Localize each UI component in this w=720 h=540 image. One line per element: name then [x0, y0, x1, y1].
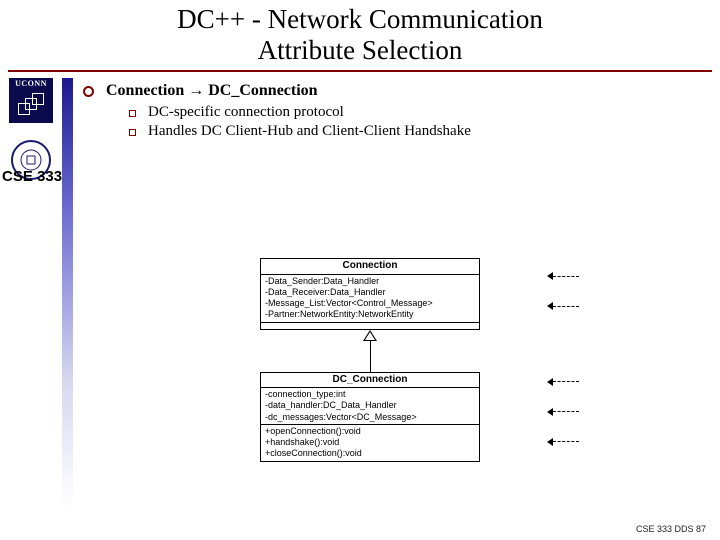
title-line-2: Attribute Selection: [0, 35, 720, 66]
uml-attributes: -connection_type:int -data_handler:DC_Da…: [261, 388, 479, 425]
uml-attributes: -Data_Sender:Data_Handler -Data_Receiver…: [261, 275, 479, 323]
uml-operations-empty: [261, 323, 479, 329]
uml-dependency-arrows: [547, 272, 579, 310]
uml-class-name: DC_Connection: [261, 373, 479, 389]
uml-dependency-arrows: [547, 378, 579, 446]
uml-class-name: Connection: [261, 259, 479, 275]
square-bullet-icon: [129, 110, 136, 117]
uml-diagram: Connection -Data_Sender:Data_Handler -Da…: [205, 258, 535, 462]
circle-bullet-icon: [83, 86, 94, 97]
title-block: DC++ - Network Communication Attribute S…: [0, 0, 720, 68]
triangle-arrowhead-icon: [363, 330, 377, 341]
sub-bullet: Handles DC Client-Hub and Client-Client …: [129, 123, 708, 140]
uml-class-dc-connection: DC_Connection -connection_type:int -data…: [260, 372, 480, 462]
sub-bullet-text: Handles DC Client-Hub and Client-Client …: [148, 123, 471, 140]
uconn-logo: UCONN: [9, 78, 53, 138]
sub-bullet-text: DC-specific connection protocol: [148, 104, 344, 121]
logo-text: UCONN: [9, 78, 53, 89]
course-label: CSE 333: [2, 168, 62, 185]
uml-operations: +openConnection():void +handshake():void…: [261, 425, 479, 461]
sub-bullet: DC-specific connection protocol: [129, 104, 708, 121]
sidebar: UCONN: [0, 72, 62, 180]
square-bullet-icon: [129, 129, 136, 136]
bullet-heading: Connection → DC_Connection: [106, 82, 318, 100]
uml-class-connection: Connection -Data_Sender:Data_Handler -Da…: [260, 258, 480, 330]
bullet-level-1: Connection → DC_Connection: [83, 82, 708, 100]
title-line-1: DC++ - Network Communication: [0, 4, 720, 35]
footer-label: CSE 333 DDS 87: [636, 524, 706, 534]
gradient-bar: [62, 78, 73, 508]
uml-inheritance-arrow: [205, 330, 535, 372]
content-area: Connection → DC_Connection DC-specific c…: [79, 72, 720, 142]
logo-graphic: [9, 89, 53, 123]
sub-bullets: DC-specific connection protocol Handles …: [129, 104, 708, 140]
